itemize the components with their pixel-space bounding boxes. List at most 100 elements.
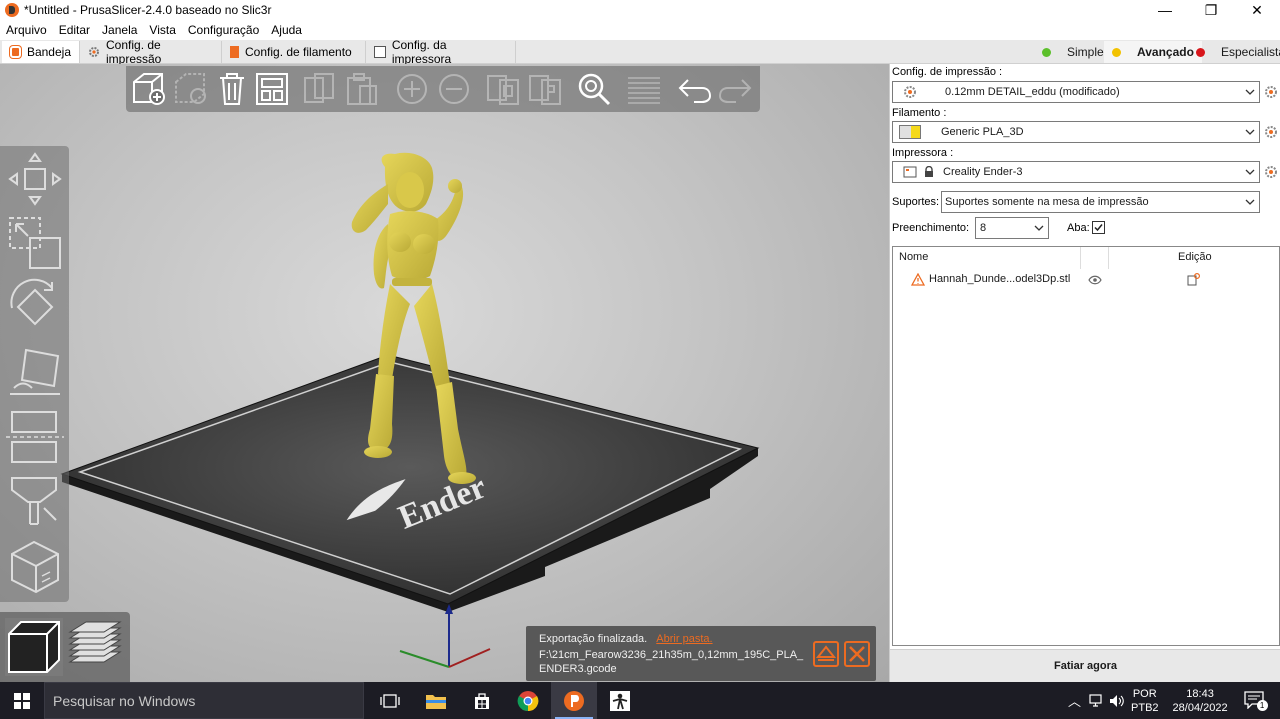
language-bottom: PTB2 [1131,701,1159,714]
eject-button[interactable] [813,641,839,667]
menu-janela[interactable]: Janela [96,23,143,37]
split-parts-icon[interactable] [528,72,564,106]
mode-expert[interactable]: Especialista [1188,41,1280,63]
window-title: *Untitled - PrusaSlicer-2.4.0 baseado no… [24,3,272,17]
search-placeholder: Pesquisar no Windows [53,692,196,709]
undo-icon[interactable] [676,72,712,106]
list-item[interactable]: Hannah_Dunde...odel3Dp.stl [893,269,1279,291]
warning-icon[interactable] [911,273,925,286]
supports-combo[interactable]: Suportes somente na mesa de impressão [941,191,1260,213]
redo-icon[interactable] [718,72,754,106]
printer-value: Creality Ender-3 [943,166,1023,178]
delete-icon[interactable] [172,72,208,106]
rotate-icon[interactable] [6,278,64,336]
minimize-button[interactable]: — [1142,0,1188,20]
task-view-button[interactable] [367,682,413,719]
tab-label: Bandeja [26,45,71,59]
split-objects-icon[interactable] [486,72,522,106]
system-tray: ︿ POR PTB2 18:43 28/04/2022 1 [1068,682,1268,719]
menu-configuracao[interactable]: Configuração [182,23,265,37]
seam-painting-icon[interactable] [6,538,64,596]
arrange-icon[interactable] [254,72,290,106]
menu-editar[interactable]: Editar [53,23,96,37]
chevron-down-icon [1245,129,1255,135]
search-icon[interactable] [576,72,612,106]
cut-icon[interactable] [6,408,64,466]
maximize-button[interactable]: ❐ [1188,0,1234,20]
3d-viewport[interactable]: Ender Exportação finalizada. Abrir pasta… [0,64,889,682]
close-button[interactable]: ✕ [1234,0,1280,20]
filament-color-swatch [899,125,921,139]
tab-printer-settings[interactable]: Config. da impressora [366,38,516,66]
chevron-down-icon [1034,225,1044,231]
print-settings-combo[interactable]: 0.12mm DETAIL_eddu (modificado) [892,81,1260,103]
zbrush-icon [610,690,630,711]
preview-icon[interactable] [66,618,124,676]
3d-view-icon[interactable] [5,618,63,676]
scale-icon[interactable] [6,214,64,272]
filament-combo[interactable]: Generic PLA_3D [892,121,1260,143]
sidebar: Config. de impressão : 0.12mm DETAIL_edd… [889,64,1280,682]
add-instance-icon[interactable] [394,72,430,106]
chrome-button[interactable] [505,682,551,719]
add-icon[interactable] [130,72,166,106]
language-top: POR [1132,687,1157,700]
top-toolbar [126,66,760,112]
infill-label: Preenchimento: [892,222,970,234]
chevron-down-icon [1245,199,1255,205]
gear-icon[interactable] [1264,125,1278,139]
menu-bar: Arquivo Editar Janela Vista Configuração… [0,20,1280,40]
column-divider [1108,247,1109,269]
column-name-header[interactable]: Nome [899,251,928,263]
taskbar-search-input[interactable]: Pesquisar no Windows [44,682,364,719]
infill-combo[interactable]: 8 [975,217,1049,239]
chevron-up-icon[interactable]: ︿ [1068,691,1081,710]
brim-checkbox[interactable] [1092,221,1105,234]
clock-date: 28/04/2022 [1172,701,1228,714]
language-indicator[interactable]: POR PTB2 [1131,687,1159,715]
layers-editing-icon[interactable] [626,72,662,106]
start-button[interactable] [0,682,44,719]
printer-combo[interactable]: Creality Ender-3 [892,161,1260,183]
gear-icon[interactable] [1264,165,1278,179]
object-list: Nome Edição Hannah_Dunde...odel3Dp.stl [892,246,1280,646]
menu-arquivo[interactable]: Arquivo [0,23,53,37]
tab-bandeja[interactable]: Bandeja [2,41,80,63]
gear-icon [88,46,100,58]
move-icon[interactable] [6,150,64,208]
copy-icon[interactable] [302,72,338,106]
delete-all-icon[interactable] [214,72,250,106]
object-list-header: Nome Edição [893,247,1279,269]
status-dot-icon [1042,47,1051,57]
store-button[interactable] [459,682,505,719]
paste-icon[interactable] [344,72,380,106]
remove-instance-icon[interactable] [436,72,472,106]
filament-icon [230,46,239,58]
clock[interactable]: 18:43 28/04/2022 [1173,687,1228,715]
object-name: Hannah_Dunde...odel3Dp.stl [929,273,1071,285]
close-notification-button[interactable] [844,641,870,667]
print-settings-label: Config. de impressão : [892,66,1003,78]
eye-icon[interactable] [1088,275,1102,285]
folder-icon [426,694,446,709]
tab-filament-settings[interactable]: Config. de filamento [222,41,366,63]
edit-icon[interactable] [1187,273,1200,286]
notification-center-button[interactable]: 1 [1243,690,1268,711]
prusaslicer-taskbar-button[interactable] [551,682,597,719]
network-icon[interactable] [1089,693,1105,708]
3d-scene: Ender [60,152,760,668]
menu-vista[interactable]: Vista [143,23,181,37]
zbrush-button[interactable] [597,682,643,719]
menu-ajuda[interactable]: Ajuda [265,23,308,37]
tab-bar: Bandeja Config. de impressão Config. de … [0,38,1280,66]
place-on-face-icon[interactable] [6,342,64,400]
volume-icon[interactable] [1109,694,1125,708]
slice-now-button[interactable]: Fatiar agora [890,649,1280,682]
column-edit-header[interactable]: Edição [1178,251,1212,263]
file-explorer-button[interactable] [413,682,459,719]
open-folder-link[interactable]: Abrir pasta. [656,633,712,645]
lock-icon [925,166,933,177]
tab-print-settings[interactable]: Config. de impressão [80,38,222,66]
gear-icon[interactable] [1264,85,1278,99]
paint-supports-icon[interactable] [6,472,64,530]
